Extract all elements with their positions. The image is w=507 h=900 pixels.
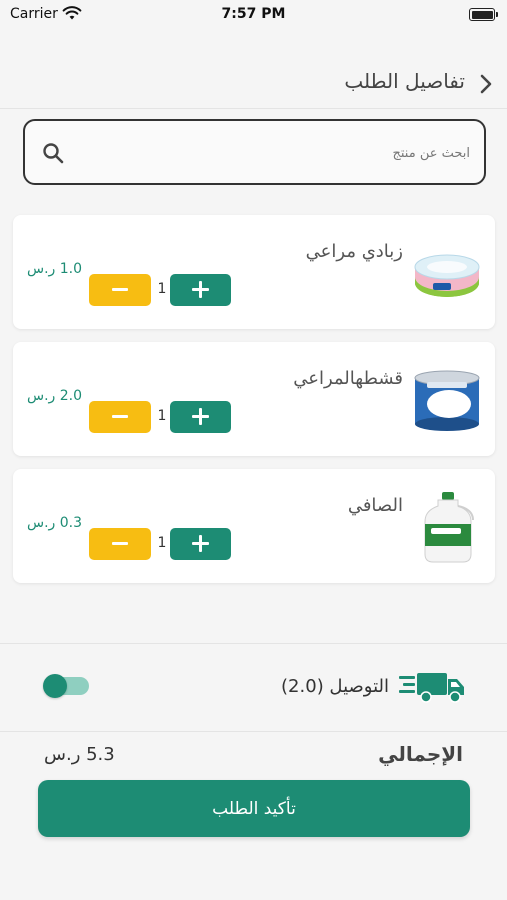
search-icon[interactable] [41,141,65,165]
product-name: الصافي [347,495,403,516]
delivery-label: التوصيل (2.0) [281,676,389,697]
search-input[interactable] [85,141,470,165]
laban-bottle-image [424,492,474,563]
item-price: 1.0 ر.س [27,261,83,277]
total-label: الإجمالي [378,742,463,766]
increase-quantity-button[interactable] [170,274,231,306]
chevron-right-icon[interactable] [477,72,495,96]
clock: 7:57 PM [221,6,286,22]
product-name: زبادي مراعي [305,241,403,262]
total-value: 5.3 ر.س [44,744,115,765]
decrease-quantity-button[interactable] [89,274,151,306]
toggle-knob[interactable] [43,674,67,698]
battery-icon [469,8,498,21]
yogurt-cup-image [414,254,480,297]
increase-quantity-button[interactable] [170,528,231,560]
cream-can-image [414,370,480,431]
header: تفاصيل الطلب [0,55,507,109]
increase-quantity-button[interactable] [170,401,231,433]
page-title: تفاصيل الطلب [344,69,465,93]
quantity-value: 1 [157,281,167,297]
divider [0,731,507,732]
status-bar: Carrier 7:57 PM [0,0,507,30]
item-price: 2.0 ر.س [27,388,83,404]
delivery-row: التوصيل (2.0) [0,650,507,726]
search-box[interactable] [23,119,486,185]
delivery-truck-icon [399,673,464,703]
divider [0,643,507,644]
cart-item: قشطهالمراعي 2.0 ر.س 1 [13,342,495,456]
confirm-order-button[interactable]: تأكيد الطلب [38,780,470,837]
cart-item: زبادي مراعي 1.0 ر.س 1 [13,215,495,329]
quantity-value: 1 [157,535,167,551]
decrease-quantity-button[interactable] [89,528,151,560]
decrease-quantity-button[interactable] [89,401,151,433]
item-price: 0.3 ر.س [27,515,83,531]
quantity-value: 1 [157,408,167,424]
product-name: قشطهالمراعي [293,368,403,389]
delivery-toggle[interactable] [43,674,89,698]
cart-item: الصافي 0.3 ر.س 1 [13,469,495,583]
